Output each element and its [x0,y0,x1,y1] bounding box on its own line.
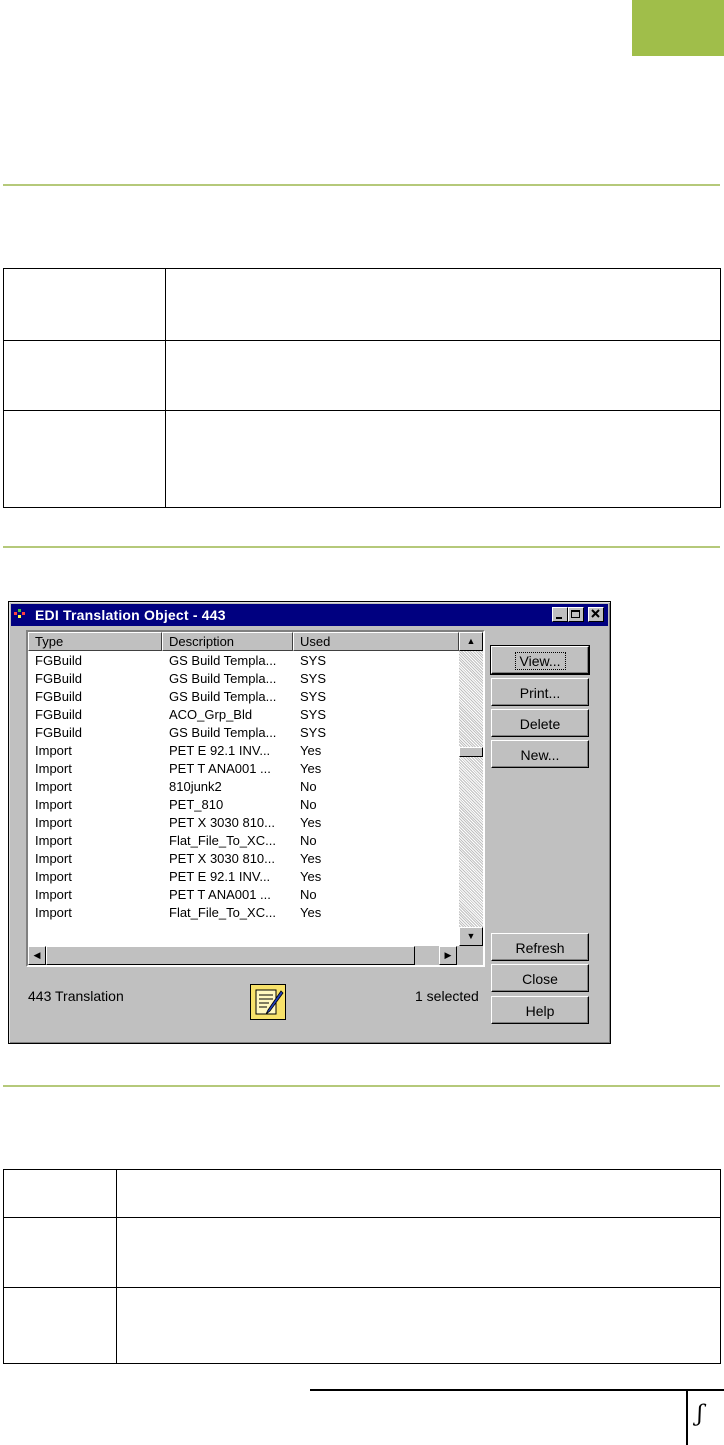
column-header-type[interactable]: Type [28,632,162,651]
window-title: EDI Translation Object - 443 [35,607,226,623]
list-item[interactable]: Import Flat_File_To_XC... Yes [28,904,459,922]
translation-list[interactable]: Type Description Used FGBuild GS Build Te… [26,630,485,967]
list-item[interactable]: Import PET T ANA001 ... Yes [28,760,459,778]
horizontal-scroll-thumb[interactable] [46,946,415,965]
list-item[interactable]: FGBuild GS Build Templa... SYS [28,652,459,670]
list-item[interactable]: Import 810junk2 No [28,778,459,796]
vertical-scroll-thumb[interactable] [459,747,483,757]
print-button[interactable]: Print... [491,678,589,706]
view-button[interactable]: View... [490,645,590,675]
list-header: Type Description Used [28,632,459,651]
status-count: 443 Translation [28,988,124,1004]
top-info-table [3,268,721,508]
list-item[interactable]: FGBuild GS Build Templa... SYS [28,724,459,742]
column-header-description[interactable]: Description [162,632,293,651]
scroll-up-arrow-icon[interactable]: ▲ [459,632,483,651]
list-item[interactable]: Import PET X 3030 810... Yes [28,814,459,832]
help-button[interactable]: Help [491,996,589,1024]
scroll-left-arrow-icon[interactable]: ◀ [28,946,46,965]
section-divider [3,1085,720,1087]
list-item[interactable]: Import PET E 92.1 INV... Yes [28,742,459,760]
list-item[interactable]: FGBuild ACO_Grp_Bld SYS [28,706,459,724]
list-item[interactable]: Import PET E 92.1 INV... Yes [28,868,459,886]
list-item[interactable]: Import PET_810 No [28,796,459,814]
new-button[interactable]: New... [491,740,589,768]
list-item[interactable]: FGBuild GS Build Templa... SYS [28,688,459,706]
selection-count: 1 selected [415,988,479,1004]
close-icon[interactable] [588,607,604,622]
footer-divider [686,1389,688,1445]
scroll-corner [459,946,483,965]
translation-document-icon [250,984,286,1020]
close-button[interactable]: Close [491,964,589,992]
app-icon [14,609,25,618]
section-divider [3,546,720,548]
scroll-right-arrow-icon[interactable]: ▶ [439,946,457,965]
vertical-scrollbar[interactable]: ▲ ▼ [459,632,483,946]
bottom-info-table [3,1169,721,1364]
scroll-down-arrow-icon[interactable]: ▼ [459,927,483,946]
list-item[interactable]: Import Flat_File_To_XC... No [28,832,459,850]
section-tab-marker [632,0,724,56]
section-divider [3,184,720,186]
list-rows: FGBuild GS Build Templa... SYS FGBuild GS B… [28,652,459,946]
list-item[interactable]: Import PET T ANA001 ... No [28,886,459,904]
list-item[interactable]: Import PET X 3030 810... Yes [28,850,459,868]
title-bar[interactable]: EDI Translation Object - 443 [11,604,608,626]
minimize-icon[interactable] [552,607,568,622]
maximize-icon[interactable] [568,607,584,622]
list-item[interactable]: FGBuild GS Build Templa... SYS [28,670,459,688]
footer-rule [310,1389,724,1391]
horizontal-scrollbar[interactable]: ◀ ▶ [28,946,459,965]
column-header-used[interactable]: Used [293,632,459,651]
refresh-button[interactable]: Refresh [491,933,589,961]
edi-translation-object-window: EDI Translation Object - 443 Type Descri… [8,601,611,1044]
delete-button[interactable]: Delete [491,709,589,737]
page-number: ʃ [697,1402,703,1427]
